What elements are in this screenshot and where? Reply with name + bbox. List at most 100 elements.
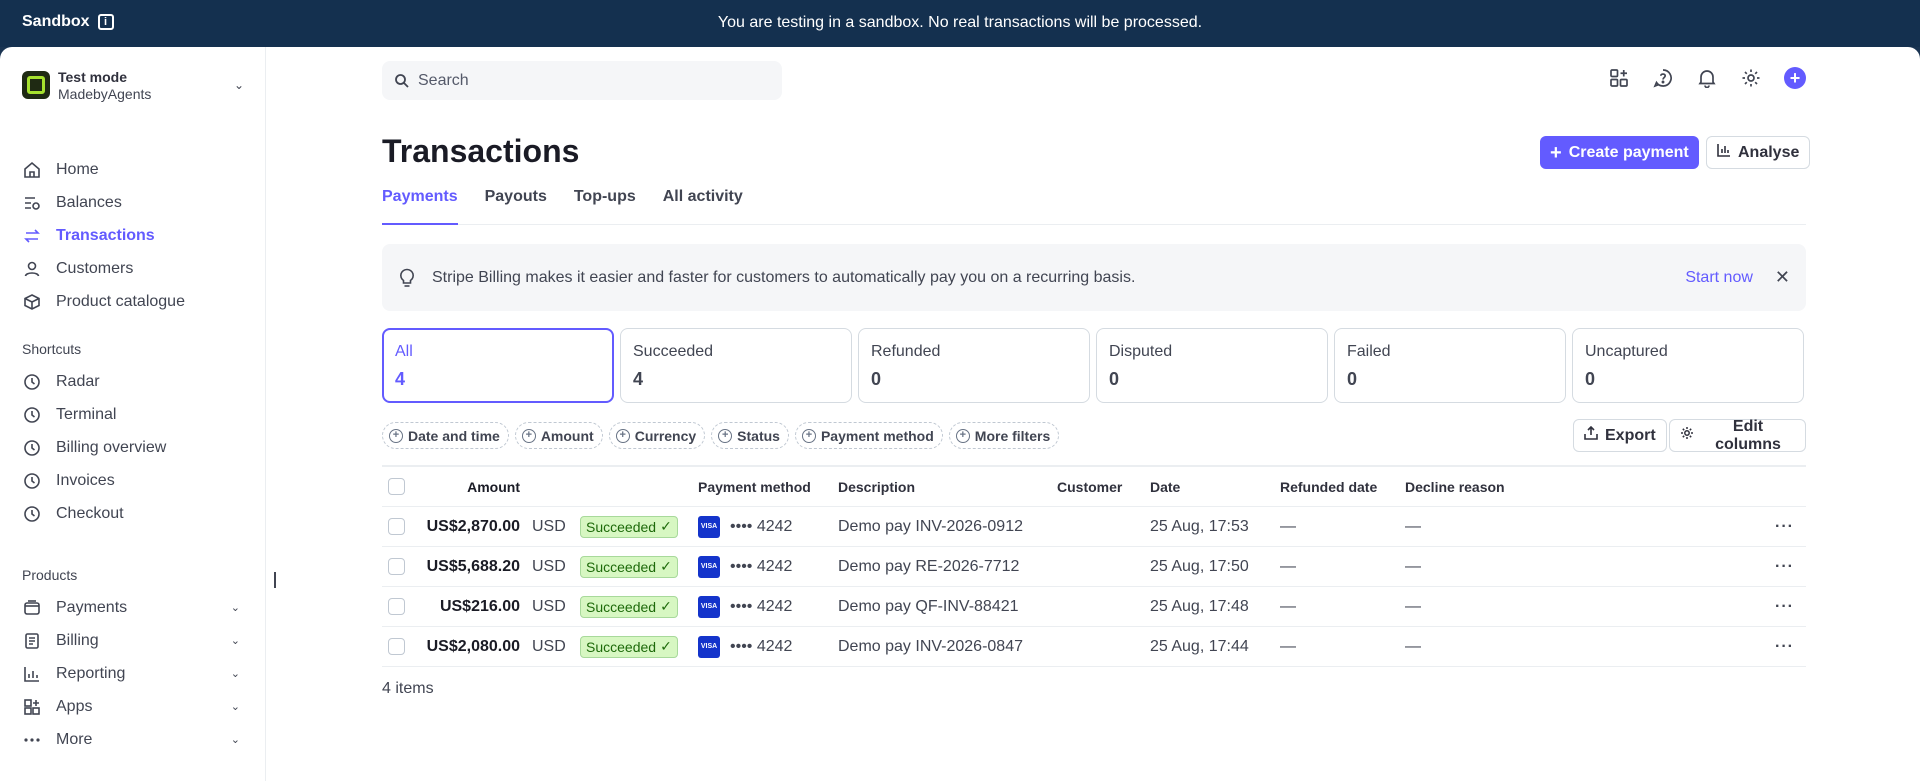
sidebar-item-label: Payments: [56, 598, 128, 616]
status-card-all[interactable]: All 4: [382, 328, 614, 403]
status-card-refunded[interactable]: Refunded 0: [858, 328, 1090, 403]
row-currency: USD: [532, 637, 566, 655]
sidebar-item-product-catalogue[interactable]: Product catalogue: [22, 285, 244, 318]
table-row[interactable]: US$216.00 USD Succeeded ✓ VISA •••• 4242 D…: [382, 587, 1806, 627]
sidebar-item-transactions[interactable]: Transactions: [22, 219, 244, 252]
chevron-down-icon: ⌄: [230, 668, 240, 680]
sidebar-item-radar[interactable]: Radar: [22, 365, 244, 398]
search-input[interactable]: [418, 71, 758, 90]
row-amount: US$216.00: [439, 597, 520, 615]
filter-payment-method[interactable]: + Payment method: [794, 422, 943, 449]
table-header: Amount Payment method Description Custom…: [382, 467, 1806, 507]
search-bar[interactable]: [382, 61, 782, 100]
filter-more-filters[interactable]: + More filters: [948, 422, 1060, 449]
header-decline-reason: Decline reason: [1405, 478, 1505, 495]
home-icon: [22, 160, 42, 180]
sidebar-item-terminal[interactable]: Terminal: [22, 398, 244, 431]
export-label: Export: [1605, 426, 1656, 444]
sidebar-item-checkout[interactable]: Checkout: [22, 497, 244, 530]
filter-chips: + Date and time + Amount + Currency + Status…: [382, 422, 1060, 449]
plus-circle-icon: +: [615, 428, 630, 443]
row-actions-icon[interactable]: ···: [1775, 518, 1794, 536]
sidebar-item-billing-overview[interactable]: Billing overview: [22, 431, 244, 464]
sidebar-resize-handle[interactable]: [274, 572, 276, 588]
sidebar-item-apps[interactable]: Apps ⌄: [22, 690, 244, 723]
row-refunded-date: —: [1280, 637, 1296, 655]
row-card-number: •••• 4242: [730, 557, 793, 575]
sandbox-message: You are testing in a sandbox. No real tr…: [717, 14, 1203, 31]
export-icon: [1584, 425, 1598, 445]
row-decline-reason: —: [1405, 597, 1421, 615]
row-checkbox[interactable]: [388, 518, 405, 535]
visa-card-icon: VISA: [698, 555, 720, 578]
status-label: Succeeded: [586, 558, 657, 575]
sidebar-item-reporting[interactable]: Reporting ⌄: [22, 657, 244, 690]
create-payment-button[interactable]: + Create payment: [1540, 136, 1699, 169]
transactions-icon: [22, 226, 42, 246]
table-row[interactable]: US$2,080.00 USD Succeeded ✓ VISA •••• 4242…: [382, 627, 1806, 667]
row-date: 25 Aug, 17:44: [1150, 637, 1249, 655]
filter-date-and-time[interactable]: + Date and time: [382, 422, 509, 449]
help-icon[interactable]: [1652, 67, 1674, 89]
status-card-succeeded[interactable]: Succeeded 4: [620, 328, 852, 403]
row-card-number: •••• 4242: [730, 517, 793, 535]
filter-label: Payment method: [820, 427, 934, 444]
table-row[interactable]: US$2,870.00 USD Succeeded ✓ VISA •••• 4242…: [382, 507, 1806, 547]
search-icon: [394, 73, 410, 89]
create-new-icon[interactable]: +: [1784, 67, 1806, 89]
tab-payouts[interactable]: Payouts: [485, 187, 547, 225]
checkmark-icon: ✓: [660, 558, 672, 574]
tab-all-activity[interactable]: All activity: [663, 187, 743, 225]
sidebar-item-label: More: [56, 730, 93, 748]
row-actions-icon[interactable]: ···: [1775, 598, 1794, 616]
account-switcher[interactable]: Test mode MadebyAgents ⌄: [22, 65, 244, 105]
status-card-uncaptured[interactable]: Uncaptured 0: [1572, 328, 1804, 403]
bell-icon[interactable]: [1696, 67, 1718, 89]
sidebar-item-payments[interactable]: Payments ⌄: [22, 591, 244, 624]
notice-text: Stripe Billing makes it easier and faste…: [432, 268, 1136, 286]
select-all-checkbox[interactable]: [388, 478, 405, 495]
status-label: Succeeded: [586, 518, 657, 535]
edit-columns-button[interactable]: Edit columns: [1669, 418, 1806, 453]
table-row[interactable]: US$5,688.20 USD Succeeded ✓ VISA •••• 4242…: [382, 547, 1806, 587]
row-actions-icon[interactable]: ···: [1775, 638, 1794, 656]
sidebar-item-balances[interactable]: Balances: [22, 186, 244, 219]
sidebar-item-label: Invoices: [56, 471, 115, 489]
status-label: Succeeded: [586, 638, 657, 655]
gear-icon[interactable]: [1740, 67, 1762, 89]
checkmark-icon: ✓: [660, 638, 672, 654]
sandbox-banner: Sandbox i You are testing in a sandbox. …: [0, 0, 1920, 47]
export-button[interactable]: Export: [1573, 419, 1667, 452]
row-decline-reason: —: [1405, 557, 1421, 575]
row-amount: US$5,688.20: [426, 557, 520, 575]
tab-top-ups[interactable]: Top-ups: [574, 187, 636, 225]
status-card-failed[interactable]: Failed 0: [1334, 328, 1566, 403]
sidebar-item-home[interactable]: Home: [22, 153, 244, 186]
apps-grid-icon[interactable]: [1608, 67, 1630, 89]
close-icon[interactable]: ✕: [1775, 267, 1790, 288]
row-currency: USD: [532, 557, 566, 575]
analyse-button[interactable]: Analyse: [1706, 136, 1811, 169]
card-count: 0: [1585, 369, 1596, 389]
status-card-disputed[interactable]: Disputed 0: [1096, 328, 1328, 403]
sidebar-item-billing[interactable]: Billing ⌄: [22, 624, 244, 657]
start-now-link[interactable]: Start now: [1685, 269, 1753, 287]
sidebar-item-more[interactable]: More ⌄: [22, 723, 244, 756]
row-checkbox[interactable]: [388, 598, 405, 615]
row-actions-icon[interactable]: ···: [1775, 558, 1794, 576]
account-logo-icon: [22, 71, 50, 99]
filter-status[interactable]: + Status: [711, 422, 789, 449]
plus-circle-icon: +: [801, 428, 816, 443]
row-checkbox[interactable]: [388, 558, 405, 575]
sidebar-item-invoices[interactable]: Invoices: [22, 464, 244, 497]
row-checkbox[interactable]: [388, 638, 405, 655]
sidebar-item-customers[interactable]: Customers: [22, 252, 244, 285]
filter-currency[interactable]: + Currency: [608, 422, 706, 449]
sidebar-item-label: Balances: [56, 193, 122, 211]
filter-label: More filters: [974, 427, 1051, 444]
top-toolbar: +: [1608, 67, 1806, 89]
filter-amount[interactable]: + Amount: [514, 422, 603, 449]
header-refunded-date: Refunded date: [1280, 478, 1378, 495]
tab-payments[interactable]: Payments: [382, 187, 458, 225]
filter-label: Amount: [540, 427, 594, 444]
